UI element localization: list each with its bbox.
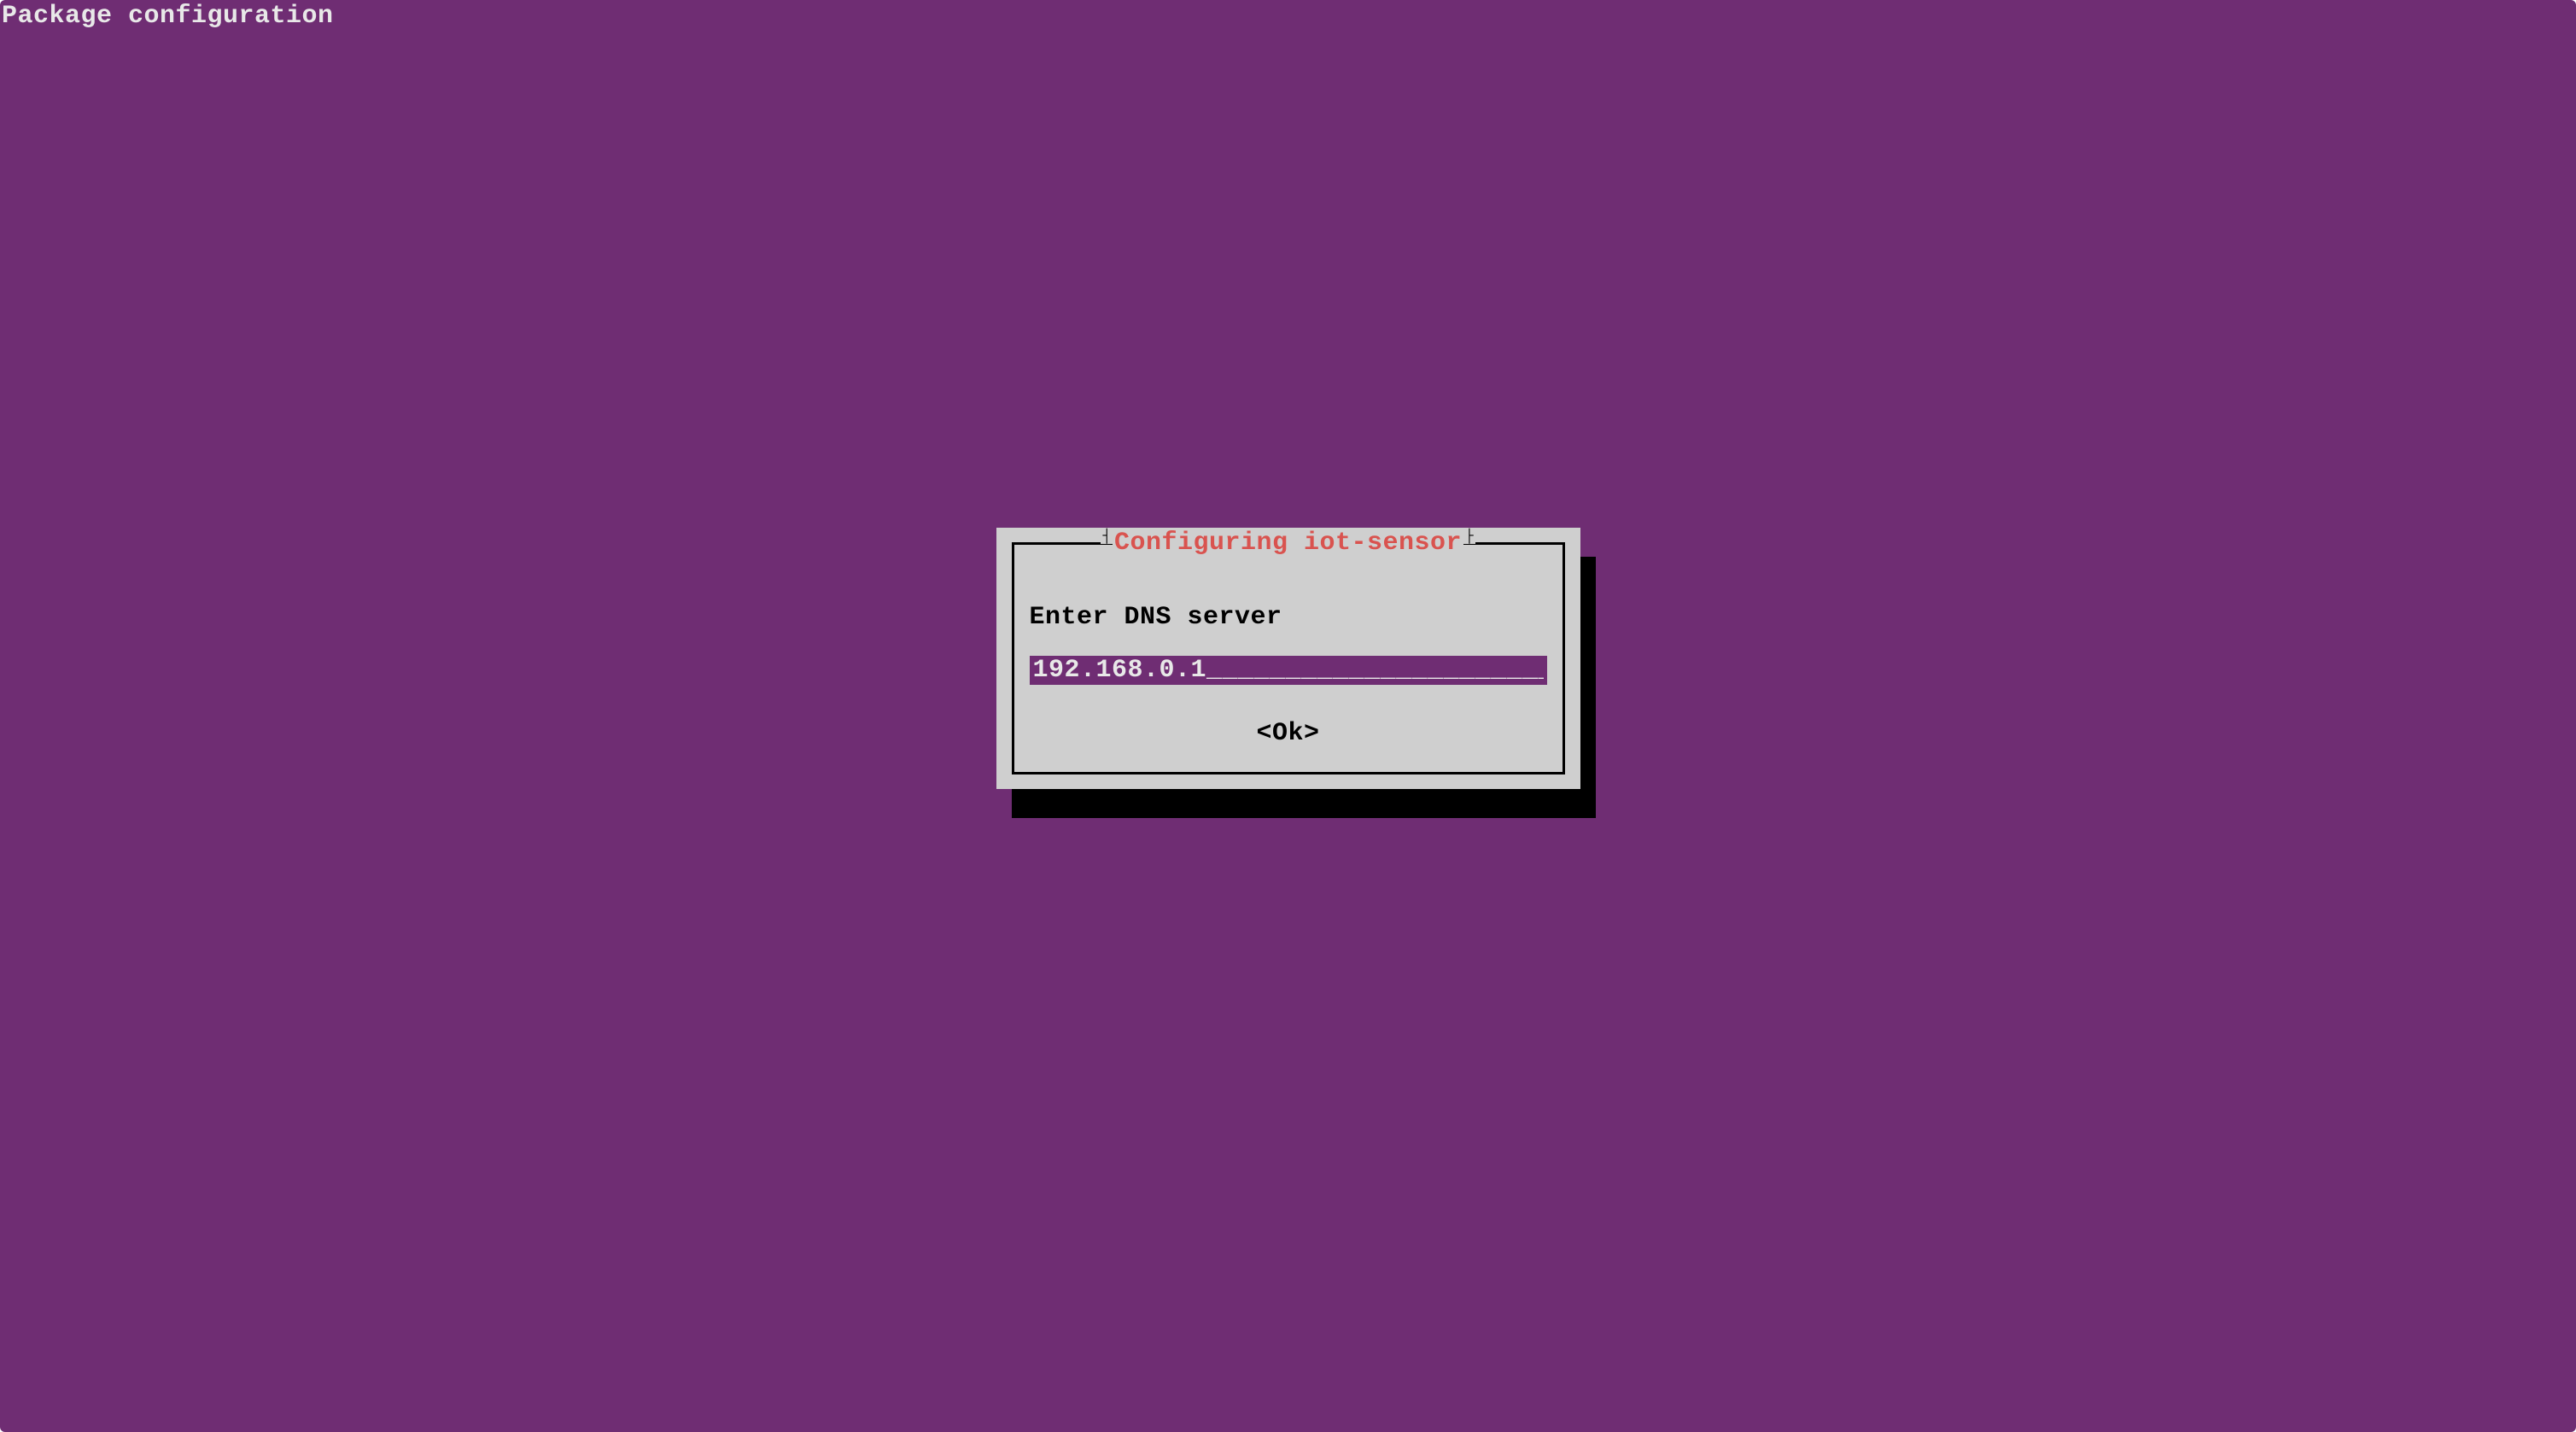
ok-button[interactable]: <Ok>: [1256, 719, 1319, 748]
title-left-tee-icon: ┤: [1101, 529, 1113, 544]
dialog-title-strip: ┤ Configuring iot-sensor ├: [1014, 529, 1563, 558]
dialog-panel: ┤ Configuring iot-sensor ├ Enter DNS ser…: [996, 528, 1580, 789]
dialog-frame: ┤ Configuring iot-sensor ├ Enter DNS ser…: [1012, 542, 1565, 774]
page-title: Package configuration: [2, 2, 334, 31]
terminal-screen: Package configuration ┤ Configuring iot-…: [0, 0, 2576, 1432]
ok-row: <Ok>: [1030, 719, 1547, 748]
dialog-title: Configuring iot-sensor: [1113, 529, 1463, 558]
dns-server-input[interactable]: [1030, 656, 1547, 685]
title-right-tee-icon: ├: [1463, 529, 1475, 544]
dialog: ┤ Configuring iot-sensor ├ Enter DNS ser…: [996, 528, 1580, 789]
dns-prompt-label: Enter DNS server: [1030, 603, 1547, 632]
